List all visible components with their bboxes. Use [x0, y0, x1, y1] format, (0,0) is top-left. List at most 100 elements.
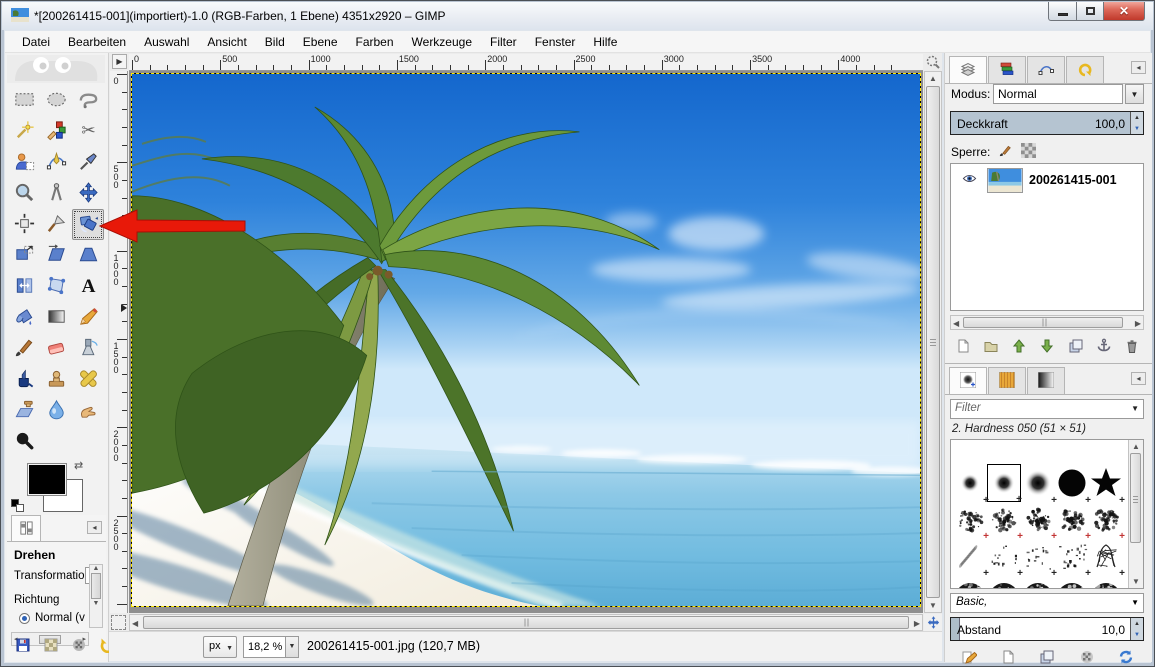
- direction-radio-normal[interactable]: Normal (v: [19, 612, 91, 624]
- foreground-select-tool[interactable]: [8, 147, 40, 178]
- brush-soft-2-selected[interactable]: +: [987, 464, 1021, 502]
- brush-grid-vscrollbar[interactable]: ▲ ▼: [1128, 440, 1143, 588]
- paths-tool[interactable]: [40, 147, 72, 178]
- airbrush-tool[interactable]: [72, 333, 104, 364]
- brush-tag-select[interactable]: Basic, ▼: [950, 593, 1144, 613]
- save-options-button[interactable]: [13, 637, 32, 655]
- ellipse-select-tool[interactable]: [40, 85, 72, 116]
- raise-layer-button[interactable]: [1010, 338, 1029, 356]
- brush-line[interactable]: [1072, 439, 1106, 460]
- brush-spray-2[interactable]: +: [1021, 539, 1055, 575]
- menu-datei[interactable]: Datei: [13, 32, 59, 52]
- eraser-tool[interactable]: [40, 333, 72, 364]
- delete-brush-button[interactable]: [1077, 649, 1096, 667]
- lower-layer-button[interactable]: [1038, 338, 1057, 356]
- lock-paint-icon[interactable]: [998, 143, 1013, 161]
- menu-bearbeiten[interactable]: Bearbeiten: [59, 32, 135, 52]
- menu-bild[interactable]: Bild: [256, 32, 294, 52]
- brush-filter-input[interactable]: Filter ▼: [950, 399, 1144, 419]
- new-brush-button[interactable]: [999, 649, 1018, 667]
- smudge-tool[interactable]: [72, 395, 104, 426]
- titlebar[interactable]: *[200261415-001](importiert)-1.0 (RGB-Fa…: [2, 2, 1153, 30]
- menu-ansicht[interactable]: Ansicht: [198, 32, 255, 52]
- lock-alpha-icon[interactable]: [1021, 143, 1036, 161]
- tab-layers[interactable]: [949, 56, 987, 84]
- move-tool[interactable]: [72, 178, 104, 209]
- tab-brushes[interactable]: [949, 367, 987, 395]
- menu-werkzeuge[interactable]: Werkzeuge: [403, 32, 481, 52]
- vertical-scrollbar[interactable]: ▲ ▼: [924, 71, 942, 613]
- menu-filter[interactable]: Filter: [481, 32, 526, 52]
- pencil-tool[interactable]: [72, 302, 104, 333]
- layer-mode-select[interactable]: Normal: [993, 84, 1123, 104]
- spacing-spinner[interactable]: ▲▼: [1130, 618, 1143, 640]
- foreground-color-swatch[interactable]: [27, 463, 67, 496]
- layers-hscrollbar[interactable]: ◀ ▶: [950, 315, 1144, 330]
- brush-texture-4[interactable]: [1055, 576, 1089, 589]
- brush-chalk-4[interactable]: +: [1055, 502, 1089, 538]
- scroll-up-icon[interactable]: ▲: [925, 74, 941, 83]
- scroll-left-icon[interactable]: ◀: [132, 619, 138, 628]
- chevron-down-icon[interactable]: ▼: [1125, 84, 1144, 104]
- horizontal-ruler[interactable]: 05001000150020002500300035004000: [129, 54, 923, 71]
- rotate-tool[interactable]: [72, 209, 104, 240]
- zoom-follow-window-icon[interactable]: [925, 54, 941, 70]
- paintbrush-tool[interactable]: [8, 333, 40, 364]
- scissors-select-tool[interactable]: ✂: [72, 116, 104, 147]
- shear-tool[interactable]: [40, 240, 72, 271]
- chevron-down-icon[interactable]: ▼: [285, 637, 298, 657]
- brush-chalk-1[interactable]: +: [953, 502, 987, 538]
- blur-sharpen-tool[interactable]: [40, 395, 72, 426]
- horizontal-scrollbar[interactable]: ◀ ▶: [129, 614, 923, 631]
- brush-grid[interactable]: +++++++++++++++ ▲ ▼: [950, 439, 1144, 589]
- brush-spray-1[interactable]: +: [987, 539, 1021, 575]
- ink-tool[interactable]: [8, 364, 40, 395]
- quickmask-toggle[interactable]: [111, 615, 126, 630]
- menu-ebene[interactable]: Ebene: [294, 32, 347, 52]
- canvas-viewport[interactable]: [129, 71, 923, 613]
- brush-chalk-5[interactable]: +: [1089, 502, 1123, 538]
- tab-gradients[interactable]: [1027, 367, 1065, 394]
- color-picker-tool[interactable]: [72, 147, 104, 178]
- fuzzy-select-tool[interactable]: [8, 116, 40, 147]
- layer-list[interactable]: 200261415-001: [950, 163, 1144, 311]
- tab-undo-history[interactable]: [1066, 56, 1104, 83]
- tab-patterns[interactable]: [988, 367, 1026, 394]
- vertical-ruler[interactable]: 05001000150020002500: [110, 71, 128, 613]
- tool-options-vscrollbar[interactable]: ▲▼: [89, 564, 103, 628]
- align-tool[interactable]: [8, 209, 40, 240]
- brush-chalk-2[interactable]: +: [987, 502, 1021, 538]
- default-colors-icon[interactable]: [11, 499, 25, 513]
- cage-transform-tool[interactable]: [40, 271, 72, 302]
- swap-colors-icon[interactable]: ⇄: [74, 459, 83, 472]
- tab-paths[interactable]: [1027, 56, 1065, 83]
- clone-tool[interactable]: [40, 364, 72, 395]
- refresh-brushes-button[interactable]: [1117, 649, 1136, 667]
- layers-dock-collapse-button[interactable]: ◂: [1131, 61, 1146, 74]
- brush-star[interactable]: +: [1089, 464, 1123, 502]
- zoom-tool[interactable]: [8, 178, 40, 209]
- unit-select[interactable]: px▼: [203, 636, 237, 658]
- ruler-corner-menu-button[interactable]: ▶: [112, 54, 127, 69]
- canvas-image[interactable]: [131, 73, 921, 607]
- delete-options-button[interactable]: [69, 637, 88, 655]
- edit-brush-button[interactable]: [959, 649, 978, 667]
- scroll-down-icon[interactable]: ▼: [925, 601, 941, 610]
- brush-circle-solid[interactable]: +: [1055, 464, 1089, 502]
- perspective-tool[interactable]: [72, 240, 104, 271]
- text-tool[interactable]: A: [72, 271, 104, 302]
- brush-ellipse-flat[interactable]: [1038, 439, 1072, 460]
- menu-hilfe[interactable]: Hilfe: [584, 32, 626, 52]
- delete-layer-button[interactable]: [1122, 338, 1141, 356]
- restore-options-button[interactable]: [41, 637, 60, 655]
- brush-smudge-1[interactable]: +: [953, 539, 987, 575]
- heal-tool[interactable]: [72, 364, 104, 395]
- gradient-tool[interactable]: [40, 302, 72, 333]
- brush-dots[interactable]: +: [1055, 539, 1089, 575]
- brush-dot-tiny[interactable]: [970, 439, 1004, 460]
- new-layer-button[interactable]: [954, 338, 973, 356]
- select-by-color-tool[interactable]: [40, 116, 72, 147]
- navigation-cross-icon[interactable]: [924, 614, 942, 631]
- menu-fenster[interactable]: Fenster: [526, 32, 585, 52]
- scale-tool[interactable]: [8, 240, 40, 271]
